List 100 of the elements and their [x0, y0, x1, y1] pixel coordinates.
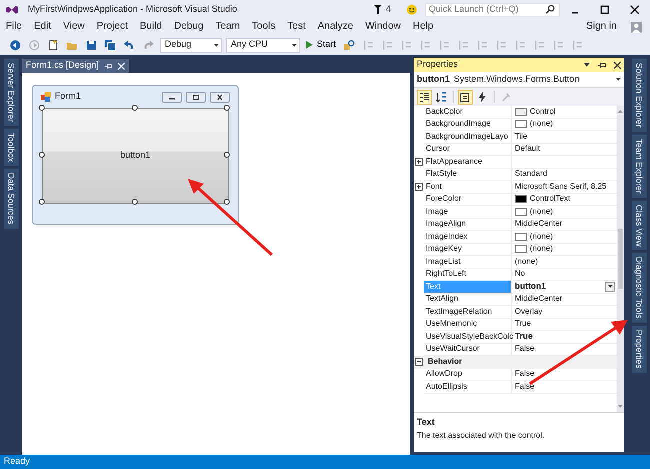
property-value[interactable]: Overlay: [515, 306, 543, 318]
side-tab[interactable]: Team Explorer: [632, 134, 646, 198]
property-value[interactable]: (none): [530, 230, 554, 243]
property-value[interactable]: No: [515, 268, 526, 280]
smiley-icon[interactable]: [407, 4, 417, 14]
property-value[interactable]: Tile: [515, 130, 528, 143]
pin-icon[interactable]: [598, 62, 606, 68]
property-name[interactable]: TextImageRelation: [424, 306, 512, 318]
menu-item[interactable]: Debug: [168, 19, 210, 35]
expand-icon[interactable]: [415, 183, 423, 192]
close-icon[interactable]: [630, 4, 640, 14]
property-name[interactable]: FlatAppearance: [424, 156, 512, 168]
property-value[interactable]: True: [515, 330, 533, 344]
property-name[interactable]: ForeColor: [424, 194, 512, 206]
sort-icon[interactable]: [436, 92, 447, 102]
property-name[interactable]: AllowDrop: [424, 368, 512, 381]
property-value[interactable]: button1: [515, 280, 546, 294]
configuration-dropdown[interactable]: Debug: [160, 38, 222, 52]
property-name[interactable]: TextAlign: [424, 294, 512, 306]
side-tab[interactable]: Class View: [632, 200, 646, 250]
menu-item[interactable]: Test: [282, 19, 312, 35]
menu-item[interactable]: Tools: [246, 19, 282, 35]
resize-handle[interactable]: [39, 199, 45, 205]
menu-item[interactable]: Edit: [28, 19, 58, 35]
property-value[interactable]: Microsoft Sans Serif, 8.25: [515, 180, 607, 193]
side-tab[interactable]: Server Explorer: [4, 59, 18, 126]
menu-item[interactable]: File: [0, 19, 28, 35]
side-tab[interactable]: Diagnostic Tools: [632, 253, 646, 324]
resize-handle[interactable]: [224, 152, 230, 158]
resize-handle[interactable]: [224, 199, 230, 205]
property-name[interactable]: Cursor: [424, 144, 512, 156]
property-name[interactable]: AutoEllipsis: [424, 381, 512, 394]
resize-handle[interactable]: [39, 105, 45, 111]
start-button[interactable]: Start: [304, 36, 338, 54]
collapse-icon[interactable]: [415, 358, 423, 366]
property-value[interactable]: (none): [530, 118, 554, 130]
side-tab[interactable]: Toolbox: [4, 129, 18, 166]
resize-handle[interactable]: [132, 105, 138, 111]
property-name[interactable]: Font: [424, 181, 512, 194]
account-icon[interactable]: [631, 22, 642, 32]
property-value[interactable]: (none): [515, 256, 538, 268]
undo-icon[interactable]: [124, 40, 135, 50]
property-name[interactable]: UseMnemonic: [424, 318, 512, 331]
property-value[interactable]: Control: [530, 106, 556, 118]
property-name[interactable]: BackgroundImageLayo: [424, 131, 512, 144]
property-value[interactable]: MiddleCenter: [515, 218, 563, 230]
close-icon[interactable]: [614, 62, 621, 68]
menu-item[interactable]: View: [57, 19, 91, 35]
side-tab[interactable]: Data Sources: [4, 169, 18, 229]
platform-dropdown[interactable]: Any CPU: [226, 38, 300, 52]
lightning-icon[interactable]: [477, 92, 488, 102]
property-value[interactable]: True: [515, 318, 532, 330]
back-icon[interactable]: [10, 40, 21, 50]
menu-item[interactable]: Window: [359, 19, 408, 35]
property-value[interactable]: (none): [530, 206, 554, 218]
maximize-icon[interactable]: [600, 4, 610, 14]
scroll-thumb[interactable]: [618, 229, 623, 289]
side-tab[interactable]: Solution Explorer: [632, 59, 646, 132]
property-name[interactable]: ImageKey: [424, 244, 512, 256]
save-all-icon[interactable]: [105, 40, 116, 50]
property-page-icon[interactable]: [460, 92, 471, 102]
form-button[interactable]: button1: [42, 108, 229, 204]
property-value[interactable]: Default: [515, 143, 540, 156]
resize-handle[interactable]: [132, 199, 138, 205]
menu-item[interactable]: Project: [90, 19, 134, 35]
property-value[interactable]: (none): [530, 243, 554, 256]
property-name[interactable]: BackColor: [424, 106, 512, 118]
resize-handle[interactable]: [224, 105, 230, 111]
resize-handle[interactable]: [39, 152, 45, 158]
caret-icon[interactable]: [584, 63, 590, 67]
scrollbar[interactable]: [617, 106, 624, 412]
property-value[interactable]: ControlText: [530, 193, 570, 206]
menu-item[interactable]: Team: [210, 19, 246, 35]
menu-item[interactable]: Build: [134, 19, 168, 35]
dropdown-icon[interactable]: [608, 285, 612, 288]
categorized-icon[interactable]: [419, 92, 430, 102]
property-value[interactable]: False: [515, 368, 535, 380]
quick-launch-field[interactable]: Quick Launch (Ctrl+Q): [425, 2, 560, 16]
maximize-icon[interactable]: [191, 94, 201, 100]
menu-item[interactable]: Analyze: [312, 19, 360, 35]
find-icon[interactable]: [344, 40, 356, 50]
property-name[interactable]: ImageList: [424, 256, 512, 268]
property-value[interactable]: False: [515, 343, 535, 356]
property-value[interactable]: False: [515, 380, 535, 393]
property-name[interactable]: UseVisualStyleBackColc: [424, 331, 512, 344]
menu-item[interactable]: Help: [407, 19, 440, 35]
property-name[interactable]: BackgroundImage: [424, 118, 512, 131]
new-item-icon[interactable]: [48, 40, 59, 50]
save-icon[interactable]: [86, 40, 97, 50]
close-icon[interactable]: [215, 94, 225, 100]
property-name[interactable]: Image: [424, 206, 512, 218]
sign-in-link[interactable]: Sign in: [580, 19, 623, 35]
property-value[interactable]: Standard: [515, 168, 548, 180]
property-name[interactable]: ImageIndex: [424, 231, 512, 244]
side-tab[interactable]: Properties: [632, 326, 646, 373]
property-name[interactable]: ImageAlign: [424, 218, 512, 231]
category-label[interactable]: Behavior: [424, 356, 462, 368]
property-value[interactable]: MiddleCenter: [515, 293, 563, 306]
property-name[interactable]: FlatStyle: [424, 168, 512, 181]
expand-icon[interactable]: [415, 158, 423, 166]
